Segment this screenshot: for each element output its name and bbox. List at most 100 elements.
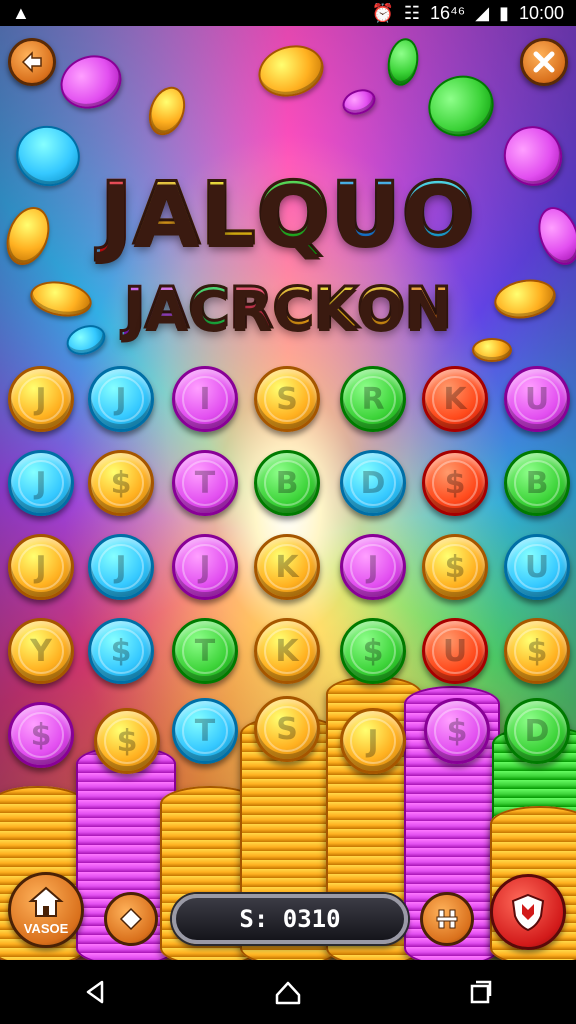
coin-symbol: D	[360, 465, 386, 501]
floating-coin	[142, 81, 192, 141]
grid-coin[interactable]: $	[422, 534, 488, 600]
grid-coin[interactable]: J	[340, 534, 406, 600]
game-title-line-1: JALQUO	[0, 163, 576, 266]
coin-symbol: S	[276, 711, 298, 747]
shield-icon	[511, 893, 545, 932]
grid-coin[interactable]: J	[8, 534, 74, 600]
coin-symbol: Y	[30, 633, 52, 669]
stack-top-coin[interactable]: D	[504, 698, 570, 764]
save-label: VASOE	[23, 921, 69, 936]
save-button[interactable]: VASOE	[8, 872, 84, 948]
grid-coin[interactable]: $	[422, 450, 488, 516]
title-line2-letter: N	[403, 275, 453, 343]
title-line2-letter: O	[356, 275, 407, 343]
score-text: S: 0310	[239, 905, 341, 933]
coin-symbol: R	[361, 381, 385, 417]
coin-symbol: B	[275, 465, 299, 501]
title-line2-letter: J	[123, 275, 147, 343]
title-line2-letter: R	[228, 275, 274, 343]
grid-coin[interactable]: K	[422, 366, 488, 432]
coin-symbol: D	[524, 713, 550, 749]
pause-button[interactable]	[420, 892, 474, 946]
coin-symbol: J	[35, 465, 47, 501]
status-bar: ▲ ⏰ ☷ 16⁴⁶ ◢ ▮ 10:00	[0, 0, 576, 26]
stack-top-coin[interactable]: $	[424, 698, 490, 764]
title-line2-letter: C	[271, 275, 315, 343]
title-line1-letter: Q	[255, 163, 331, 266]
grid-coin[interactable]: B	[254, 450, 320, 516]
grid-coin[interactable]: $	[504, 618, 570, 684]
floating-coin	[419, 66, 503, 146]
back-button[interactable]	[8, 38, 56, 86]
coin-symbol: I	[199, 381, 211, 417]
grid-coin[interactable]: K	[254, 534, 320, 600]
coin-symbol: J	[367, 549, 379, 585]
grid-coin[interactable]: K	[254, 618, 320, 684]
pause-icon	[436, 909, 458, 929]
grid-coin[interactable]: D	[340, 450, 406, 516]
grid-coin[interactable]: J	[8, 366, 74, 432]
diamond-icon	[119, 907, 143, 931]
home-icon[interactable]	[273, 977, 303, 1007]
floating-coin	[252, 38, 330, 104]
coin-symbol: S	[276, 381, 298, 417]
battery-icon: ▮	[499, 2, 509, 23]
cell-signal-icon: ◢	[475, 2, 490, 23]
grid-coin[interactable]: U	[504, 534, 570, 600]
coin-symbol: $	[116, 723, 138, 759]
bottom-control-bar: VASOE S: 0310	[0, 866, 576, 960]
grid-coin[interactable]: I	[172, 366, 238, 432]
signal-text: 16⁴⁶	[430, 2, 466, 23]
coin-symbol: U	[524, 381, 550, 417]
score-display: S: 0310	[172, 894, 408, 944]
coin-symbol: $	[110, 465, 132, 501]
grid-coin[interactable]: $	[88, 450, 154, 516]
coin-symbol: J	[115, 549, 127, 585]
coin-symbol: K	[443, 381, 467, 417]
grid-coin[interactable]: J	[172, 534, 238, 600]
grid-coin[interactable]: Y	[8, 618, 74, 684]
grid-coin[interactable]: S	[254, 366, 320, 432]
coin-symbol: J	[115, 381, 127, 417]
grid-coin[interactable]: T	[172, 618, 238, 684]
stack-top-coin[interactable]: T	[172, 698, 238, 764]
grid-coin[interactable]: B	[504, 450, 570, 516]
stack-top-coin[interactable]: $	[8, 702, 74, 768]
coin-symbol: T	[194, 633, 216, 669]
diamond-button[interactable]	[104, 892, 158, 946]
shield-button[interactable]	[490, 874, 566, 950]
grid-coin[interactable]: $	[340, 618, 406, 684]
grid-coin[interactable]: R	[340, 366, 406, 432]
floating-coin	[472, 338, 512, 362]
grid-coin[interactable]: J	[8, 450, 74, 516]
grid-coin[interactable]: J	[88, 534, 154, 600]
coin-symbol: K	[275, 549, 299, 585]
floating-coin	[338, 84, 380, 120]
grid-coin[interactable]: U	[422, 618, 488, 684]
notification-icon: ▲	[12, 2, 30, 23]
game-area: JALQUO JACRCKON J J I S R K U J $ T B D $ B J J J K J $ U Y $ T…	[0, 26, 576, 960]
grid-coin[interactable]: T	[172, 450, 238, 516]
arrow-left-icon	[21, 51, 42, 73]
coin-symbol: B	[525, 465, 549, 501]
grid-coin[interactable]: $	[88, 618, 154, 684]
title-line1-letter: O	[400, 163, 476, 266]
triangle-back-icon[interactable]	[82, 978, 110, 1006]
coin-symbol: K	[275, 633, 299, 669]
recents-icon[interactable]	[466, 978, 494, 1006]
stack-top-coin[interactable]: J	[340, 708, 406, 774]
stack-top-coin[interactable]: $	[94, 708, 160, 774]
stack-top-coin[interactable]: S	[254, 696, 320, 762]
wifi-icon: ☷	[403, 2, 421, 23]
coin-symbol: $	[30, 717, 52, 753]
coin-symbol: $	[444, 465, 466, 501]
close-icon	[533, 51, 555, 73]
navigation-bar	[0, 960, 576, 1024]
close-button[interactable]	[520, 38, 568, 86]
coin-symbol: J	[35, 381, 47, 417]
grid-coin[interactable]: J	[88, 366, 154, 432]
coin-symbol: J	[367, 723, 379, 759]
coin-symbol: $	[110, 633, 132, 669]
grid-coin[interactable]: U	[504, 366, 570, 432]
coin-symbol: U	[524, 549, 550, 585]
